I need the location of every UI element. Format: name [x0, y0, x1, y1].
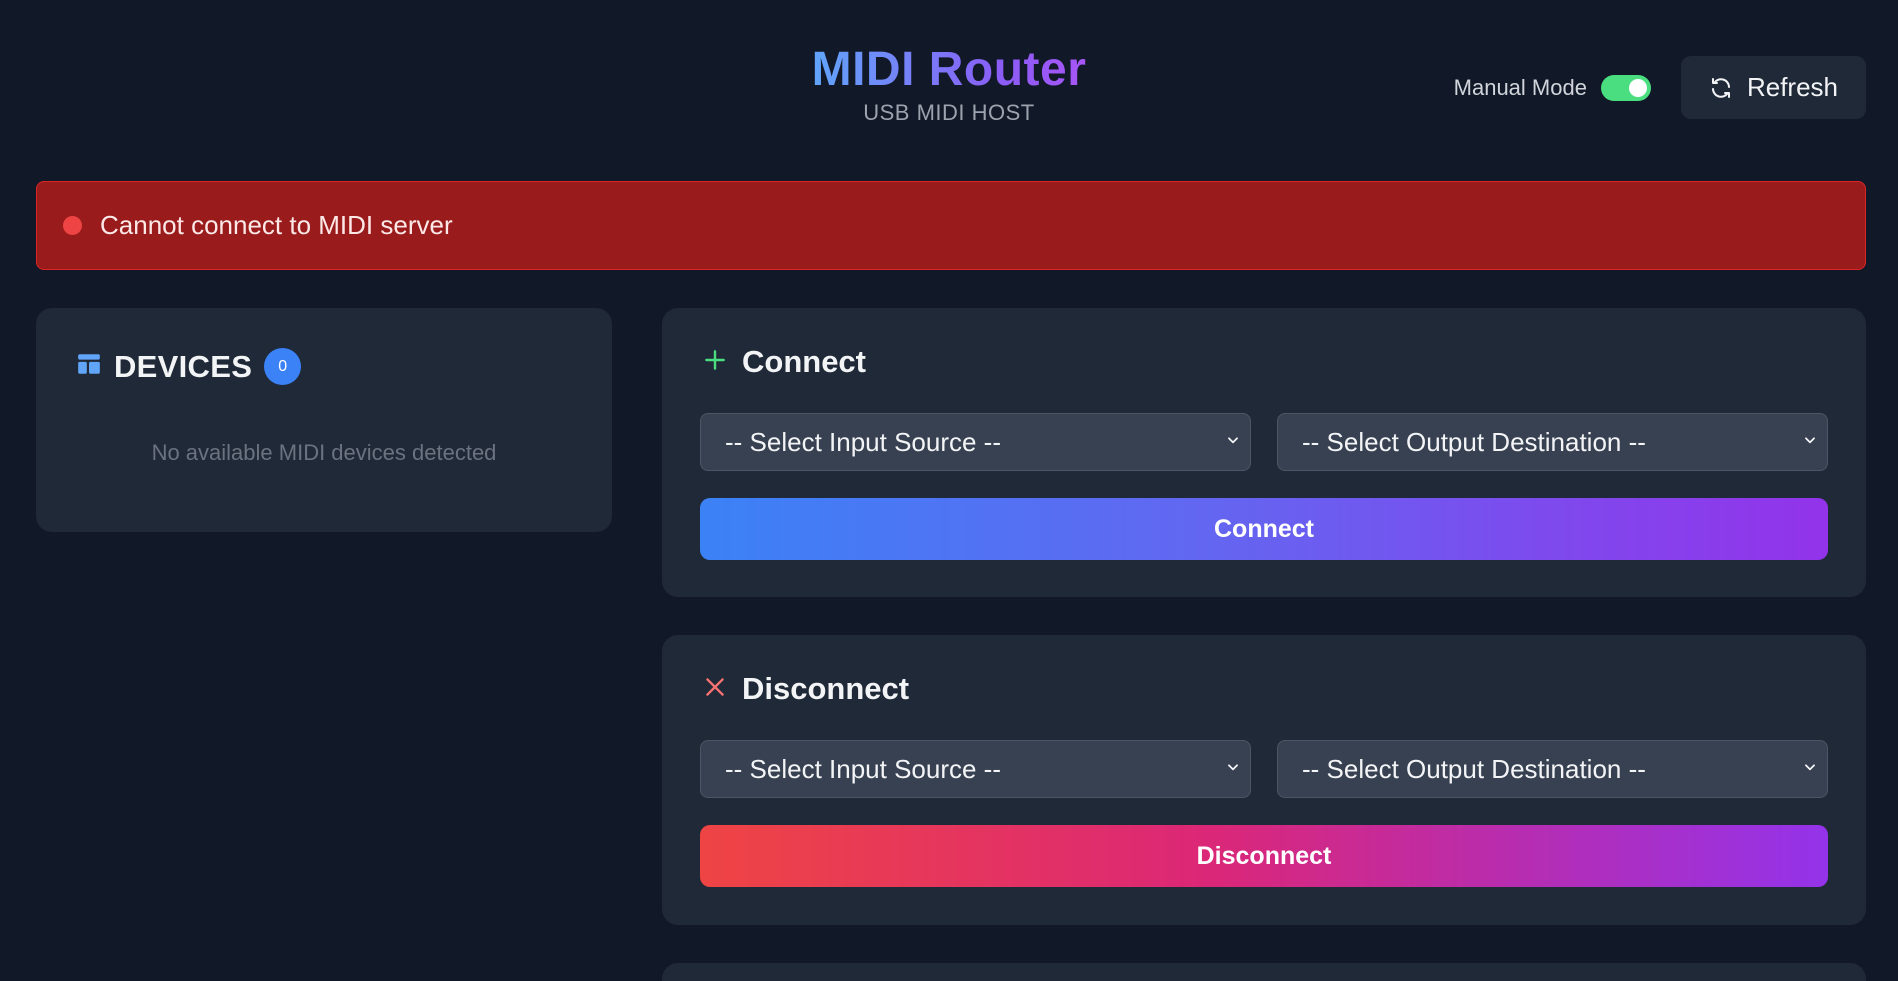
- connect-header: Connect: [702, 344, 866, 380]
- devices-icon: [76, 351, 102, 382]
- disconnect-select-row: -- Select Input Source -- -- Select Outp…: [700, 740, 1828, 798]
- disconnect-header: Disconnect: [702, 671, 909, 707]
- midi-router-app: MIDI Router USB MIDI HOST Manual Mode Re…: [0, 0, 1898, 981]
- error-message: Cannot connect to MIDI server: [100, 210, 453, 240]
- next-panel: [662, 963, 1866, 981]
- manual-mode: Manual Mode: [1453, 74, 1651, 101]
- devices-empty-message: No available MIDI devices detected: [151, 440, 497, 465]
- app-title: MIDI Router: [812, 40, 1087, 100]
- error-banner: Cannot connect to MIDI server: [36, 181, 1866, 270]
- connect-output-value: -- Select Output Destination --: [1302, 426, 1646, 457]
- header-controls: Manual Mode Refresh: [1454, 56, 1866, 119]
- connect-select-row: -- Select Input Source -- -- Select Outp…: [700, 413, 1828, 471]
- plus-icon: [702, 347, 728, 378]
- devices-title: DEVICES: [114, 348, 253, 384]
- disconnect-input-select[interactable]: -- Select Input Source --: [700, 740, 1251, 798]
- refresh-label: Refresh: [1746, 72, 1838, 102]
- connect-panel: Connect -- Select Input Source -- -- Sel…: [662, 308, 1866, 597]
- connect-input-value: -- Select Input Source --: [725, 426, 1001, 457]
- connect-title: Connect: [742, 344, 866, 379]
- close-icon: [702, 674, 728, 705]
- disconnect-input-value: -- Select Input Source --: [725, 753, 1001, 784]
- device-count-badge: 0: [264, 348, 302, 385]
- manual-mode-toggle[interactable]: [1600, 74, 1651, 101]
- chevron-down-icon: [1803, 760, 1817, 779]
- refresh-button[interactable]: Refresh: [1680, 56, 1866, 119]
- chevron-down-icon: [1226, 433, 1240, 452]
- connect-output-select[interactable]: -- Select Output Destination --: [1277, 413, 1828, 471]
- connect-button[interactable]: Connect: [700, 498, 1828, 560]
- error-status-dot: [63, 216, 82, 235]
- devices-panel: DEVICES 0 No available MIDI devices dete…: [36, 308, 612, 532]
- devices-header: DEVICES 0: [76, 348, 302, 385]
- disconnect-output-value: -- Select Output Destination --: [1302, 753, 1646, 784]
- disconnect-output-select[interactable]: -- Select Output Destination --: [1277, 740, 1828, 798]
- connect-input-select[interactable]: -- Select Input Source --: [700, 413, 1251, 471]
- toggle-knob: [1628, 78, 1647, 97]
- disconnect-title: Disconnect: [742, 671, 910, 706]
- disconnect-panel: Disconnect -- Select Input Source -- -- …: [662, 635, 1866, 925]
- manual-mode-label: Manual Mode: [1453, 74, 1587, 100]
- refresh-icon: [1709, 76, 1733, 100]
- disconnect-button[interactable]: Disconnect: [700, 825, 1828, 887]
- chevron-down-icon: [1803, 433, 1817, 452]
- chevron-down-icon: [1226, 760, 1240, 779]
